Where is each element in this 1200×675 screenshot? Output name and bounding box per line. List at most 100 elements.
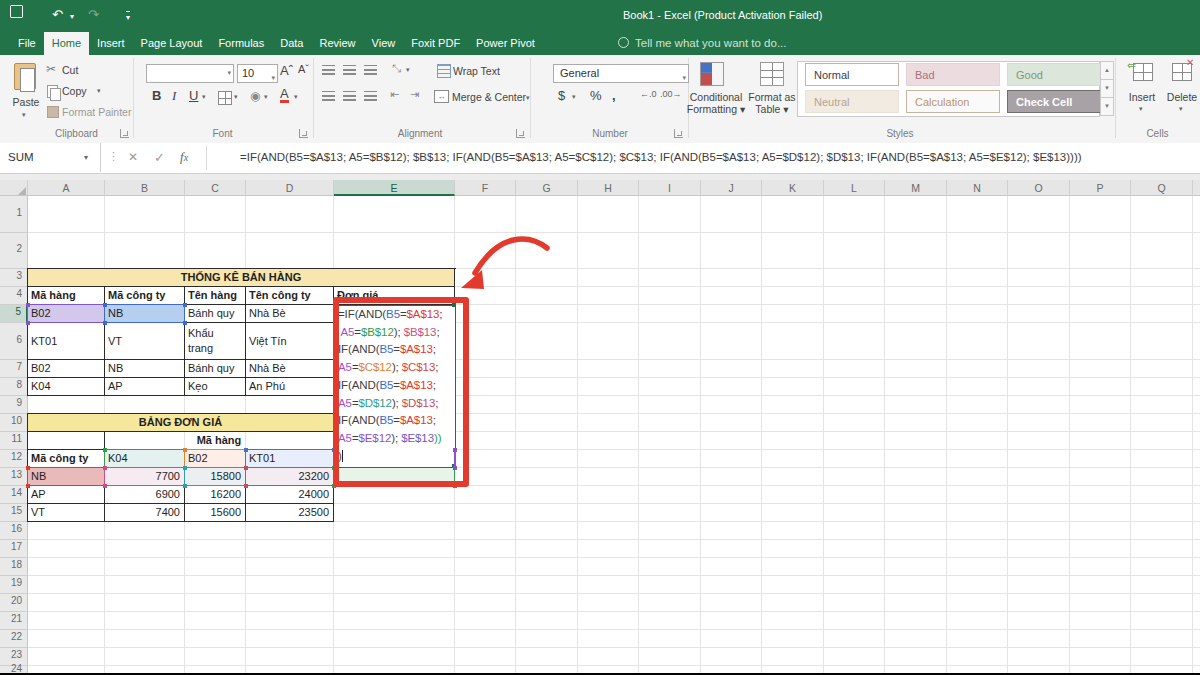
wrap-text-label[interactable]: Wrap Text bbox=[453, 65, 500, 77]
style-chip-calculation[interactable]: Calculation bbox=[906, 90, 1000, 113]
cell-D4[interactable]: Tên công ty bbox=[246, 287, 334, 305]
orientation-dropdown-icon[interactable]: ▾ bbox=[406, 66, 410, 74]
style-chip-normal[interactable]: Normal bbox=[805, 63, 899, 86]
row-header-8[interactable]: 8 bbox=[0, 378, 28, 396]
col-header-E[interactable]: E bbox=[334, 180, 455, 196]
col-header-G[interactable]: G bbox=[516, 180, 578, 196]
tab-view[interactable]: View bbox=[364, 32, 404, 55]
col-header-D[interactable]: D bbox=[246, 180, 334, 196]
row-header-6[interactable]: 6 bbox=[0, 323, 28, 360]
row-header-5[interactable]: 5 bbox=[0, 305, 28, 323]
delete-dropdown-icon[interactable]: ▾ bbox=[1179, 105, 1183, 113]
currency-icon[interactable]: $ bbox=[558, 88, 565, 103]
qat-customize-icon[interactable]: ▾ bbox=[126, 11, 130, 22]
col-header-B[interactable]: B bbox=[105, 180, 185, 196]
copy-dropdown-icon[interactable]: ▾ bbox=[97, 87, 101, 95]
cell-B14[interactable]: 6900 bbox=[105, 486, 185, 504]
delete-label[interactable]: Delete bbox=[1164, 91, 1200, 103]
col-header-N[interactable]: N bbox=[947, 180, 1008, 196]
increase-decimal-icon[interactable]: ←.0 bbox=[640, 89, 657, 99]
col-header-L[interactable]: L bbox=[824, 180, 885, 196]
cell-D6[interactable]: Việt Tín bbox=[246, 323, 334, 360]
decrease-decimal-icon[interactable]: .00→ bbox=[660, 89, 682, 99]
cell-B8[interactable]: AP bbox=[105, 378, 185, 396]
format-as-table-label2[interactable]: Table ▾ bbox=[746, 103, 798, 115]
cell-C4[interactable]: Tên hàng bbox=[185, 287, 246, 305]
borders-icon[interactable] bbox=[218, 91, 232, 105]
paste-label[interactable]: Paste bbox=[8, 96, 44, 108]
orientation-icon[interactable]: ⤡ bbox=[392, 62, 401, 75]
col-header-O[interactable]: O bbox=[1008, 180, 1070, 196]
align-bottom-icon[interactable] bbox=[364, 65, 377, 76]
row-header-2[interactable]: 2 bbox=[0, 233, 28, 269]
format-as-table-label1[interactable]: Format as bbox=[746, 91, 798, 103]
row-header-7[interactable]: 7 bbox=[0, 360, 28, 378]
cell-A12[interactable]: Mã công ty bbox=[28, 450, 105, 468]
tab-review[interactable]: Review bbox=[311, 32, 363, 55]
row-header-1[interactable]: 1 bbox=[0, 196, 28, 233]
cell-A4[interactable]: Mã hàng bbox=[28, 287, 105, 305]
conditional-formatting-icon[interactable] bbox=[700, 62, 724, 86]
undo-icon[interactable]: ↶ bbox=[52, 7, 63, 22]
increase-font-icon[interactable]: Aˆ bbox=[280, 63, 293, 78]
cut-label[interactable]: Cut bbox=[62, 64, 78, 76]
cell-B4[interactable]: Mã công ty bbox=[105, 287, 185, 305]
borders-dropdown-icon[interactable]: ▾ bbox=[234, 93, 238, 101]
tab-file[interactable]: File bbox=[10, 32, 44, 55]
col-header-A[interactable]: A bbox=[28, 180, 105, 196]
col-header-F[interactable]: F bbox=[455, 180, 516, 196]
gallery-up-icon[interactable]: ▲ bbox=[1100, 61, 1114, 80]
dialog-launcher-icon[interactable] bbox=[299, 129, 308, 138]
cell-A8[interactable]: K04 bbox=[28, 378, 105, 396]
paste-dropdown-icon[interactable]: ▾ bbox=[22, 111, 26, 119]
merge-center-icon[interactable]: ↔ bbox=[434, 90, 449, 103]
align-right-icon[interactable] bbox=[364, 91, 377, 102]
formula-bar-input[interactable]: =IF(AND(B5=$A$13; A5=$B$12); $B$13; IF(A… bbox=[240, 151, 1082, 163]
tab-data[interactable]: Data bbox=[272, 32, 311, 55]
cell-A11[interactable] bbox=[28, 432, 105, 450]
cell-B6[interactable]: VT bbox=[105, 323, 185, 360]
decrease-indent-icon[interactable]: ⇤ bbox=[390, 88, 399, 101]
currency-dropdown-icon[interactable]: ▾ bbox=[572, 93, 576, 101]
merge-center-dropdown-icon[interactable]: ▾ bbox=[526, 94, 530, 102]
fill-color-icon[interactable]: ◉ bbox=[250, 89, 260, 103]
cell-A15[interactable]: VT bbox=[28, 504, 105, 522]
align-left-icon[interactable] bbox=[322, 91, 335, 102]
cell-D15[interactable]: 23500 bbox=[246, 504, 334, 522]
italic-button[interactable]: I bbox=[172, 88, 176, 104]
tab-home[interactable]: Home bbox=[44, 32, 89, 55]
font-size-combo[interactable]: 10▾ bbox=[237, 64, 278, 83]
font-name-combo[interactable]: ▾ bbox=[146, 64, 234, 83]
dialog-launcher-icon[interactable] bbox=[516, 129, 525, 138]
fill-dropdown-icon[interactable]: ▾ bbox=[264, 93, 268, 101]
cell-A10[interactable]: BẢNG ĐƠN GIÁ bbox=[28, 414, 334, 432]
conditional-formatting-label2[interactable]: Formatting ▾ bbox=[684, 103, 748, 115]
undo-dropdown-icon[interactable]: ▾ bbox=[70, 12, 74, 21]
comma-icon[interactable]: , bbox=[612, 88, 616, 103]
col-header-J[interactable]: J bbox=[701, 180, 762, 196]
decrease-font-icon[interactable]: Aˇ bbox=[298, 63, 309, 75]
row-header-4[interactable]: 4 bbox=[0, 287, 28, 305]
format-painter-icon[interactable] bbox=[47, 106, 59, 118]
underline-dropdown-icon[interactable]: ▾ bbox=[202, 93, 206, 101]
align-top-icon[interactable] bbox=[322, 65, 335, 76]
tab-formulas[interactable]: Formulas bbox=[210, 32, 272, 55]
dialog-launcher-icon[interactable] bbox=[674, 129, 683, 138]
cell-D8[interactable]: An Phú bbox=[246, 378, 334, 396]
cell-C6[interactable]: Khẩu trang bbox=[185, 323, 246, 360]
cell-D7[interactable]: Nhà Bè bbox=[246, 360, 334, 378]
tab-power-pivot[interactable]: Power Pivot bbox=[468, 32, 543, 55]
cut-icon[interactable]: ✂ bbox=[46, 62, 56, 76]
tab-insert[interactable]: Insert bbox=[89, 32, 133, 55]
name-box-dropdown-icon[interactable]: ▾ bbox=[84, 153, 88, 162]
insert-dropdown-icon[interactable]: ▾ bbox=[1139, 105, 1143, 113]
font-color-dropdown-icon[interactable]: ▾ bbox=[294, 93, 298, 101]
format-as-table-icon[interactable] bbox=[760, 62, 784, 86]
style-chip-neutral[interactable]: Neutral bbox=[805, 90, 899, 113]
increase-indent-icon[interactable]: ⇥ bbox=[410, 88, 419, 101]
style-chip-good[interactable]: Good bbox=[1007, 63, 1101, 86]
save-icon[interactable] bbox=[10, 5, 23, 21]
cell-A7[interactable]: B02 bbox=[28, 360, 105, 378]
cancel-icon[interactable]: ✕ bbox=[128, 150, 138, 164]
conditional-formatting-label1[interactable]: Conditional bbox=[684, 91, 748, 103]
